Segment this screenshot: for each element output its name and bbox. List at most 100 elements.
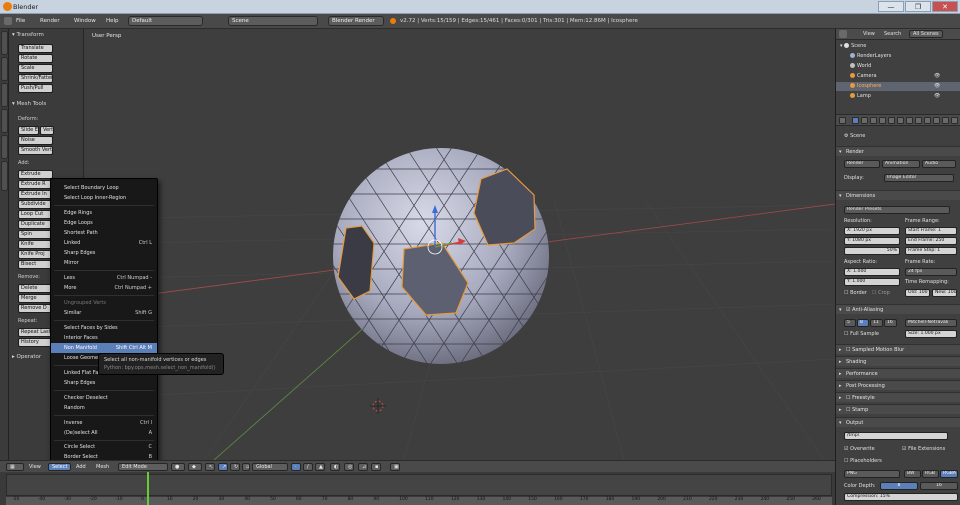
extrude-region-button[interactable]: Extrude R xyxy=(18,180,53,189)
outliner-item-icosphere[interactable]: Icosphere xyxy=(850,82,881,90)
subdivide-button[interactable]: Subdivide xyxy=(18,200,53,209)
spin-button[interactable]: Spin xyxy=(18,230,53,239)
menu-item-inverse[interactable]: Inverse Ctrl I xyxy=(51,418,157,428)
menu-item-select-boundary-loop[interactable]: Select Boundary Loop xyxy=(51,183,157,193)
resolution-x-field[interactable]: X: 1920 px xyxy=(844,227,900,235)
border-checkbox[interactable]: ☐ Border xyxy=(844,290,867,296)
animation-button[interactable]: Animation xyxy=(882,160,920,168)
display-select[interactable]: Image Editor xyxy=(884,174,954,182)
shading-panel-header[interactable]: ▸ Shading xyxy=(836,356,960,366)
scene-tab-icon[interactable] xyxy=(870,117,877,124)
output-panel-header[interactable]: ▾ Output xyxy=(836,417,960,427)
menu-help[interactable]: Help xyxy=(106,17,119,26)
outliner-row-camera[interactable]: Camera 👁 xyxy=(836,72,960,81)
outliner-search-menu[interactable]: Search xyxy=(884,30,901,38)
menu-add[interactable]: Add xyxy=(76,463,86,471)
menu-item-less[interactable]: Less Ctrl Numpad - xyxy=(51,273,157,283)
time-remap-old-field[interactable]: Old: 100 xyxy=(905,289,930,297)
face-select-mode[interactable]: ▲ xyxy=(315,463,325,471)
aa-samples-11[interactable]: 11 xyxy=(870,319,883,327)
render-presets-select[interactable]: Render Presets xyxy=(844,206,950,214)
start-frame-field[interactable]: Start Frame: 1 xyxy=(905,227,957,235)
menu-item-select-loop-inner-region[interactable]: Select Loop Inner-Region xyxy=(51,193,157,203)
repeat-last-button[interactable]: Repeat Last xyxy=(18,328,53,337)
shrink-fatten-button[interactable]: Shrink/Fatten xyxy=(18,74,53,83)
menu-file[interactable]: File xyxy=(16,17,25,26)
manipulator-toggle[interactable]: ↖ xyxy=(205,463,215,471)
audio-button[interactable]: Audio xyxy=(922,160,956,168)
time-remap-new-field[interactable]: New: 100 xyxy=(932,289,957,297)
smooth-vertex-button[interactable]: Smooth Vertex xyxy=(18,146,53,155)
menu-item-similar[interactable]: Similar Shift G xyxy=(51,308,157,318)
outliner-item-scene[interactable]: ▾ Scene xyxy=(840,42,866,50)
overwrite-checkbox[interactable]: ☑ Overwrite xyxy=(844,446,875,452)
pivot-point-button[interactable]: ◆ xyxy=(188,463,202,471)
motion-blur-panel-header[interactable]: ▸ ☐ Sampled Motion Blur xyxy=(836,344,960,354)
menu-select[interactable]: Select xyxy=(48,463,72,471)
render-tab-icon[interactable] xyxy=(852,117,859,124)
data-tab-icon[interactable] xyxy=(915,117,922,124)
delete-button[interactable]: Delete xyxy=(18,284,53,293)
visibility-eye-icon[interactable]: 👁 xyxy=(934,82,940,90)
translate-manipulator[interactable]: ↗ xyxy=(218,463,228,471)
menu-item-deselect-all[interactable]: (De)select All A xyxy=(51,428,157,438)
object-tab-icon[interactable] xyxy=(888,117,895,124)
scene-field[interactable]: Scene xyxy=(228,16,318,26)
outliner-item-camera[interactable]: Camera xyxy=(850,72,877,80)
remove-doubles-button[interactable]: Remove D xyxy=(18,304,53,313)
frame-step-field[interactable]: Frame Step: 1 xyxy=(905,247,957,255)
extrude-button[interactable]: Extrude xyxy=(18,170,53,179)
material-tab-icon[interactable] xyxy=(924,117,931,124)
resolution-percentage-field[interactable]: 50% xyxy=(844,247,900,255)
menu-item-circle-select[interactable]: Circle Select C xyxy=(51,442,157,452)
tab-shading-uvs[interactable] xyxy=(1,135,8,159)
tab-create[interactable] xyxy=(1,57,8,81)
full-sample-checkbox[interactable]: ☐ Full Sample xyxy=(844,331,879,337)
physics-tab-icon[interactable] xyxy=(951,117,958,124)
outliner-editor-icon[interactable] xyxy=(839,30,847,38)
mesh-tools-panel-header[interactable]: ▾ Mesh Tools xyxy=(12,101,46,107)
translate-button[interactable]: Translate xyxy=(18,44,53,53)
noise-button[interactable]: Noise xyxy=(18,136,53,145)
menu-item-shortest-path[interactable]: Shortest Path xyxy=(51,228,157,238)
aa-size-field[interactable]: Size: 1.000 px xyxy=(905,330,957,338)
color-mode-rgb[interactable]: RGB xyxy=(922,470,939,478)
slide-vertex-button[interactable]: Vertex xyxy=(40,126,54,135)
timeline[interactable]: -50 -40 -30 -20 -10 0 10 20 30 40 50 60 70 80 90 100 110… xyxy=(0,472,835,505)
limit-selection-button[interactable]: ◐ xyxy=(330,463,340,471)
frame-rate-select[interactable]: 24 fps xyxy=(905,268,957,276)
particles-tab-icon[interactable] xyxy=(942,117,949,124)
3d-cursor-icon[interactable] xyxy=(370,398,386,414)
constraints-tab-icon[interactable] xyxy=(897,117,904,124)
anti-aliasing-panel-header[interactable]: ▾ ☑ Anti-Aliasing xyxy=(836,304,960,314)
timeline-ruler[interactable]: -50 -40 -30 -20 -10 0 10 20 30 40 50 60 70 80 90 100 110… xyxy=(6,497,832,505)
color-depth-16[interactable]: 16 xyxy=(920,482,958,490)
crop-checkbox[interactable]: ☐ Crop xyxy=(872,290,890,296)
stamp-panel-header[interactable]: ▸ ☐ Stamp xyxy=(836,404,960,414)
color-depth-8[interactable]: 8 xyxy=(880,482,918,490)
menu-item-more[interactable]: More Ctrl Numpad + xyxy=(51,283,157,293)
end-frame-field[interactable]: End Frame: 250 xyxy=(905,237,957,245)
render-button[interactable]: Render xyxy=(844,160,880,168)
outliner-row-icosphere[interactable]: Icosphere 👁 xyxy=(836,82,960,91)
editor-type-button[interactable]: ▦ xyxy=(6,463,24,471)
close-button[interactable]: ✕ xyxy=(932,1,958,12)
menu-item-linked[interactable]: Linked Ctrl L xyxy=(51,238,157,248)
tab-tools[interactable] xyxy=(1,31,8,55)
screen-layout-field[interactable]: Default xyxy=(128,16,203,26)
operator-panel-header[interactable]: ▸ Operator xyxy=(12,354,41,360)
compression-slider[interactable]: Compression: 15% xyxy=(844,493,958,501)
aspect-x-field[interactable]: X: 1.000 xyxy=(844,268,900,276)
transform-panel-header[interactable]: ▾ Transform xyxy=(12,32,44,38)
visibility-eye-icon[interactable]: 👁 xyxy=(934,92,940,100)
edge-select-mode[interactable]: / xyxy=(303,463,313,471)
icosphere-mesh[interactable] xyxy=(244,129,644,389)
freestyle-panel-header[interactable]: ▸ ☐ Freestyle xyxy=(836,392,960,402)
dimensions-panel-header[interactable]: ▾ Dimensions xyxy=(836,190,960,200)
tab-relations[interactable] xyxy=(1,83,8,107)
push-pull-button[interactable]: Push/Pull xyxy=(18,84,53,93)
visibility-eye-icon[interactable]: 👁 xyxy=(934,72,940,80)
history-button[interactable]: History xyxy=(18,338,53,347)
duplicate-button[interactable]: Duplicate xyxy=(18,220,53,229)
maximize-button[interactable]: ❐ xyxy=(905,1,931,12)
